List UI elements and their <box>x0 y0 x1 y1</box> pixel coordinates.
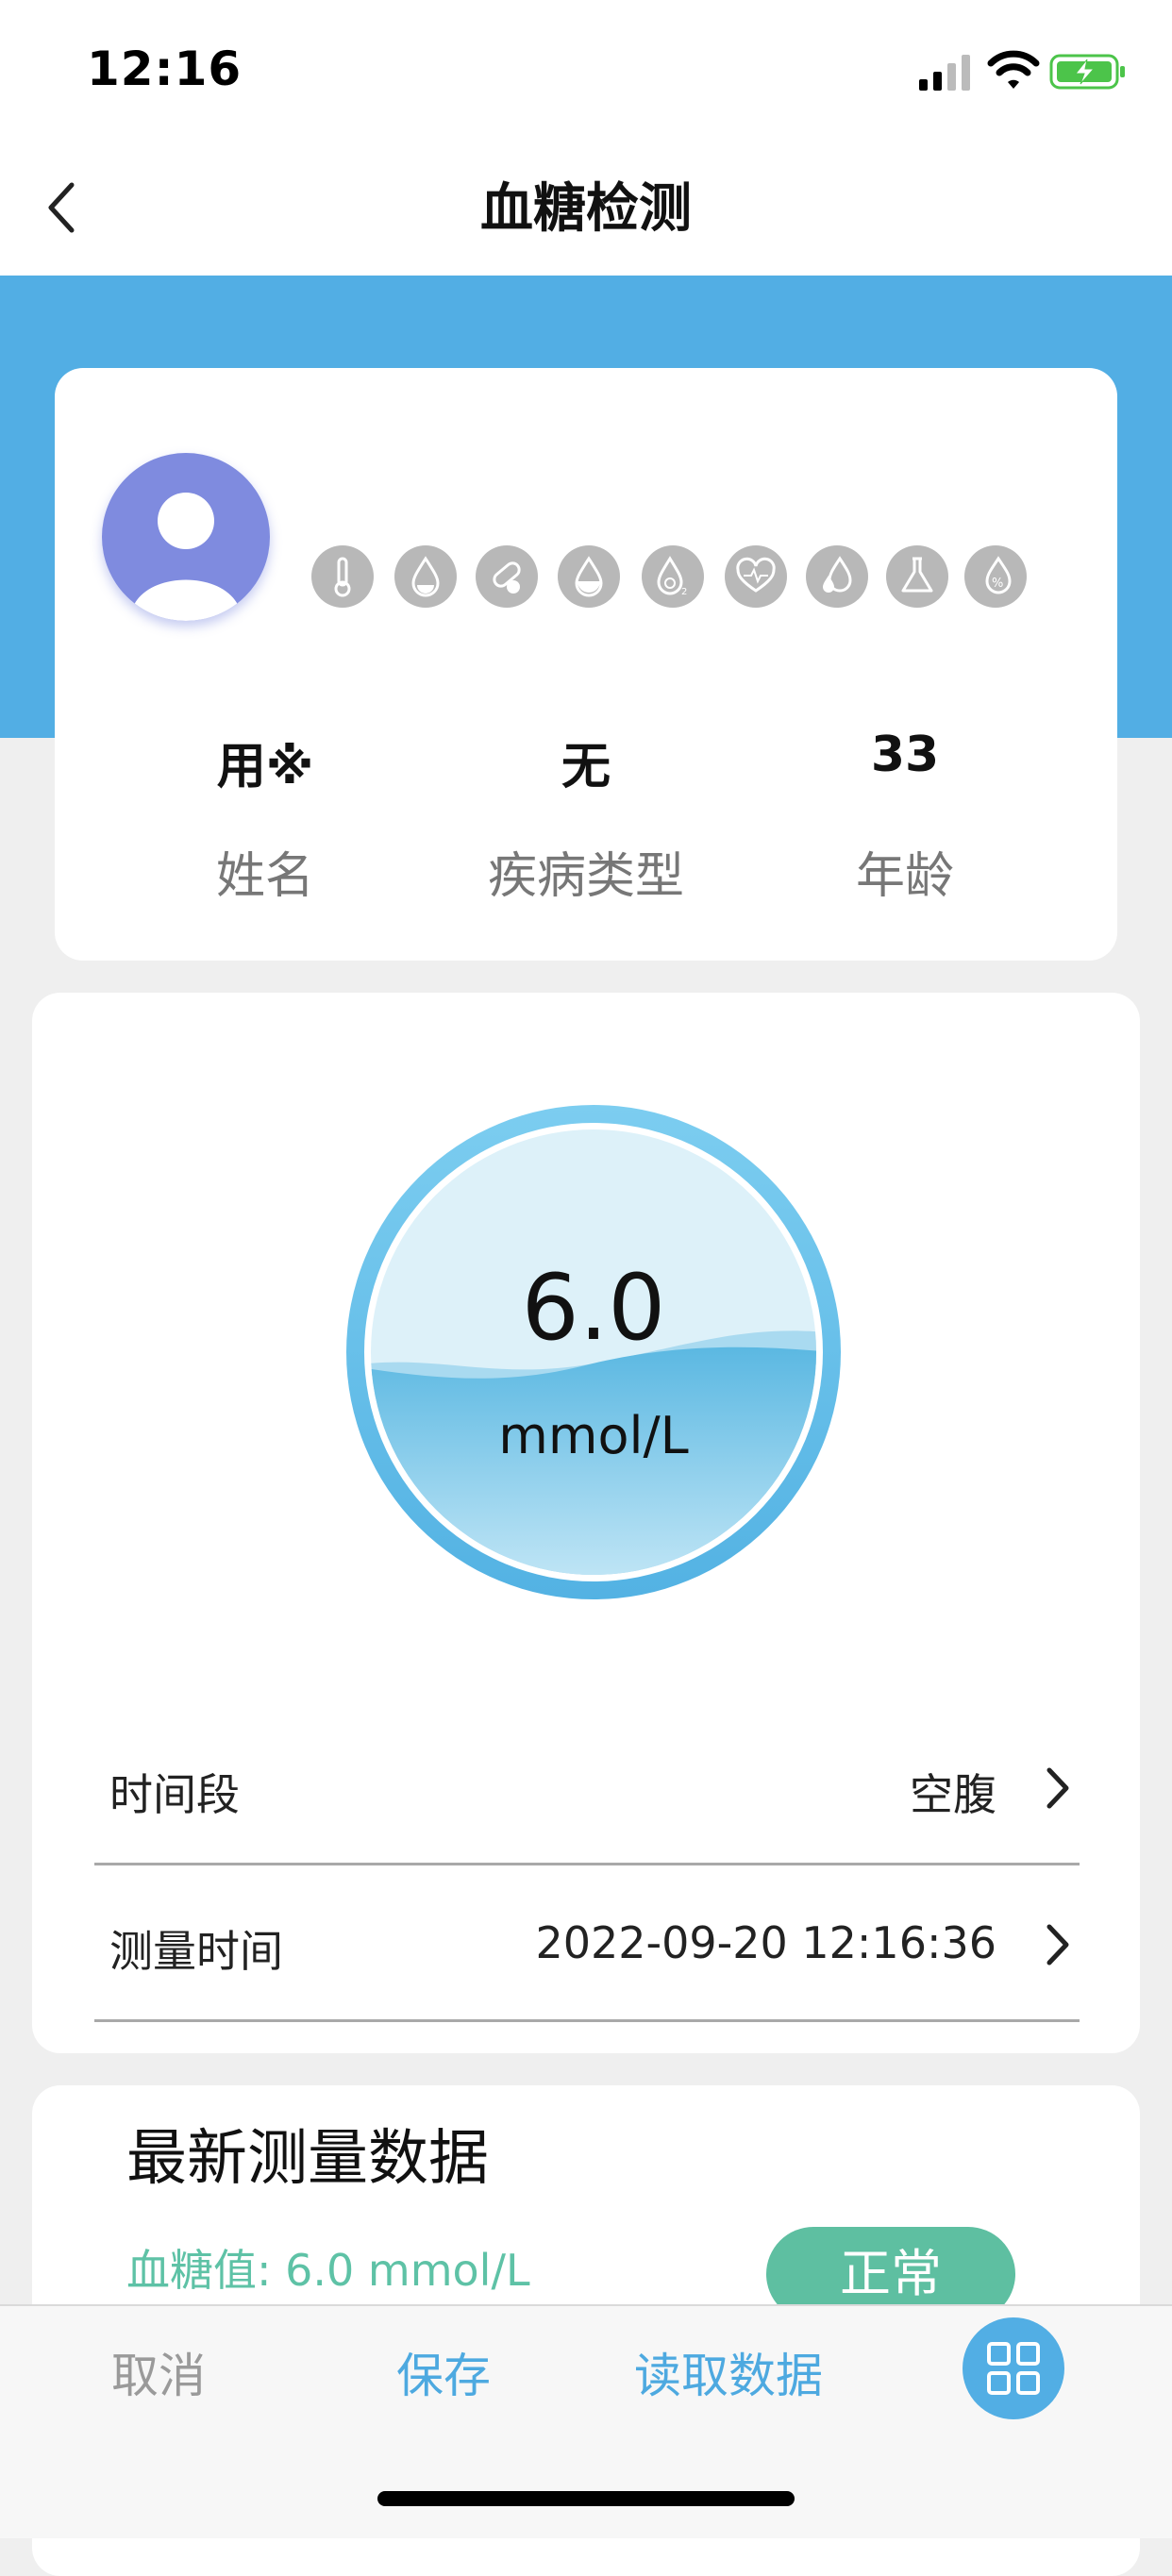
disease-type-label: 疾病类型 <box>487 848 684 905</box>
save-button[interactable]: 保存 <box>396 2338 491 2406</box>
flask-icon[interactable] <box>886 545 948 608</box>
disease-type-value: 无 <box>561 739 611 795</box>
name-value: 用※ <box>216 739 314 795</box>
age-value: 33 <box>870 727 940 783</box>
user-icon <box>130 493 242 621</box>
chevron-right-icon[interactable] <box>1038 1917 1076 1972</box>
avatar[interactable] <box>102 453 270 621</box>
measure-time-label: 测量时间 <box>109 1926 283 1977</box>
divider <box>94 2019 1080 2022</box>
latest-reading: 血糖值: 6.0 mmol/L <box>126 2245 530 2296</box>
divider <box>94 1863 1080 1865</box>
measure-time-value[interactable]: 2022-09-20 12:16:36 <box>535 1917 996 1968</box>
svg-text:2: 2 <box>681 587 687 597</box>
svg-text:%: % <box>992 577 1003 591</box>
home-indicator <box>377 2491 795 2506</box>
page-title: 血糖检测 <box>480 178 692 240</box>
grid-icon <box>987 2342 1040 2395</box>
wifi-icon <box>987 50 1040 89</box>
oxygen-icon[interactable]: 2 <box>642 545 704 608</box>
battery-charging-icon <box>1049 54 1125 90</box>
thermometer-icon[interactable] <box>311 545 374 608</box>
age-label: 年龄 <box>855 848 954 905</box>
glucose-unit: mmol/L <box>498 1406 689 1465</box>
name-label: 姓名 <box>215 848 314 905</box>
pill-icon[interactable] <box>476 545 538 608</box>
grid-menu-button[interactable] <box>963 2317 1064 2419</box>
period-value[interactable]: 空腹 <box>910 1761 996 1823</box>
cancel-button[interactable]: 取消 <box>111 2338 206 2406</box>
period-label: 时间段 <box>109 1769 240 1820</box>
heart-icon[interactable] <box>725 545 787 608</box>
latest-data-title: 最新测量数据 <box>126 2124 489 2194</box>
percent-drop-icon[interactable]: % <box>964 545 1027 608</box>
read-data-button[interactable]: 读取数据 <box>634 2338 823 2406</box>
glucose-value: 6.0 <box>521 1255 666 1361</box>
blood-drop-icon[interactable] <box>394 545 457 608</box>
cellular-signal-icon <box>919 55 970 91</box>
status-time: 12:16 <box>87 42 243 96</box>
drops-icon[interactable] <box>806 545 868 608</box>
chevron-right-icon[interactable] <box>1038 1761 1076 1815</box>
water-drop-icon[interactable] <box>558 545 620 608</box>
